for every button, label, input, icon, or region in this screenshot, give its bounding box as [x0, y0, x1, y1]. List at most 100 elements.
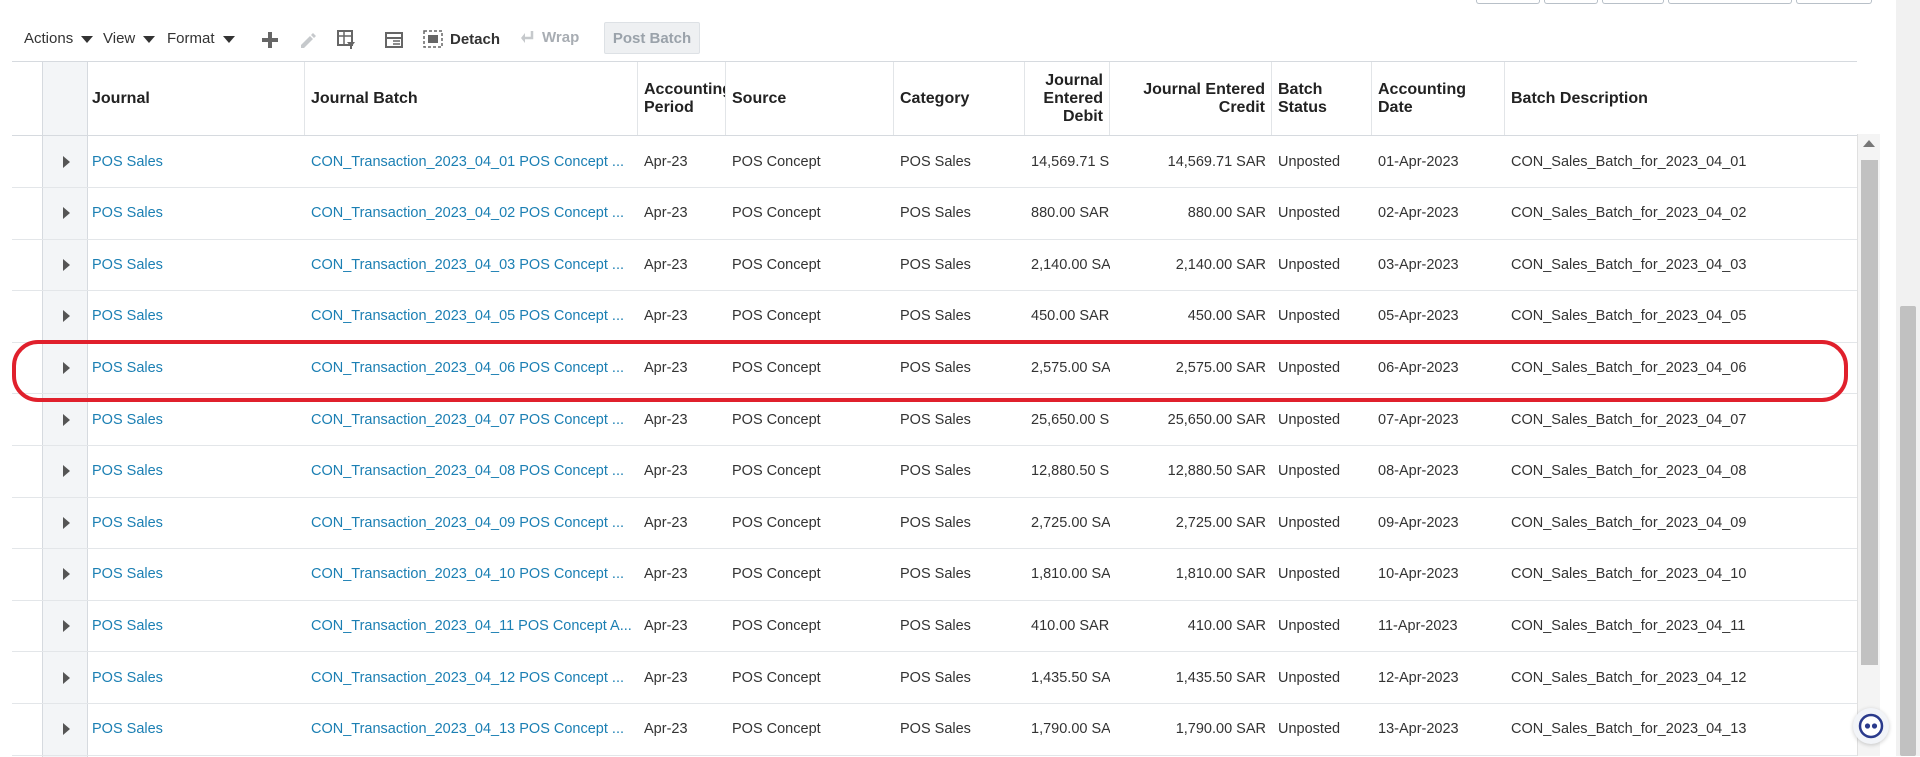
accounting-date-cell: 09-Apr-2023	[1378, 514, 1459, 531]
journal-link[interactable]: POS Sales	[86, 188, 305, 239]
entered-debit-cell: 25,650.00 S	[1031, 411, 1110, 428]
scroll-up-icon[interactable]	[1863, 140, 1875, 147]
expand-row-icon[interactable]	[56, 136, 76, 187]
expand-row-icon[interactable]	[56, 549, 76, 600]
journal-link[interactable]: POS Sales	[86, 291, 305, 342]
cropped-button[interactable]	[1796, 0, 1872, 4]
header-journal-batch[interactable]: Journal Batch	[305, 62, 638, 135]
edit-button[interactable]	[296, 28, 320, 52]
journal-batch-link[interactable]: CON_Transaction_2023_04_10 POS Concept .…	[305, 549, 638, 600]
journal-batch-link[interactable]: CON_Transaction_2023_04_13 POS Concept .…	[305, 704, 638, 755]
journal-batch-link[interactable]: CON_Transaction_2023_04_02 POS Concept .…	[305, 188, 638, 239]
query-by-example-button[interactable]	[334, 28, 358, 52]
source-cell: POS Concept	[732, 721, 821, 738]
journal-link[interactable]: POS Sales	[86, 136, 305, 187]
journal-link[interactable]: POS Sales	[86, 497, 305, 548]
scrollbar-thumb[interactable]	[1861, 160, 1878, 665]
cropped-button[interactable]	[1602, 0, 1664, 4]
accounting-period-cell: Apr-23	[644, 617, 688, 634]
batch-status-cell: Unposted	[1278, 205, 1341, 222]
source-cell: POS Concept	[732, 617, 821, 634]
table-row[interactable]: POS Sales CON_Transaction_2023_04_12 POS …	[12, 652, 1857, 704]
table-row[interactable]: POS Sales CON_Transaction_2023_04_11 POS …	[12, 600, 1857, 653]
post-batch-label: Post Batch	[612, 29, 692, 47]
journal-batch-link[interactable]: CON_Transaction_2023_04_11 POS Concept A…	[305, 600, 638, 651]
accounting-date-cell: 11-Apr-2023	[1378, 617, 1458, 634]
actions-menu[interactable]: Actions	[24, 30, 94, 47]
accounting-period-cell: Apr-23	[644, 721, 688, 738]
journal-batch-link[interactable]: CON_Transaction_2023_04_06 POS Concept .…	[305, 342, 638, 393]
journal-link[interactable]: POS Sales	[86, 652, 305, 703]
journals-table: Journal Journal Batch Accounting Period …	[12, 61, 1857, 757]
journal-batch-link[interactable]: CON_Transaction_2023_04_12 POS Concept .…	[305, 652, 638, 703]
expand-row-icon[interactable]	[56, 394, 76, 445]
table-row[interactable]: POS Sales CON_Transaction_2023_04_01 POS …	[12, 136, 1857, 188]
header-batch-description[interactable]: Batch Description	[1505, 62, 1857, 135]
table-row[interactable]: POS Sales CON_Transaction_2023_04_07 POS …	[12, 394, 1857, 446]
caret-down-icon	[143, 36, 156, 43]
detach-button[interactable]: Detach	[422, 28, 500, 50]
journal-link[interactable]: POS Sales	[86, 239, 305, 290]
expand-row-icon[interactable]	[56, 342, 76, 393]
journal-link[interactable]: POS Sales	[86, 394, 305, 445]
journal-batch-link[interactable]: CON_Transaction_2023_04_08 POS Concept .…	[305, 446, 638, 497]
header-journal-entered-debit[interactable]: Journal Entered Debit	[1025, 62, 1110, 135]
table-vertical-scrollbar[interactable]	[1857, 134, 1880, 756]
view-menu[interactable]: View	[103, 30, 156, 47]
header-accounting-date[interactable]: Accounting Date	[1372, 62, 1505, 135]
add-button[interactable]	[258, 28, 282, 52]
journal-link[interactable]: POS Sales	[86, 704, 305, 755]
header-accounting-period[interactable]: Accounting Period	[638, 62, 726, 135]
freeze-columns-icon	[385, 32, 403, 48]
category-cell: POS Sales	[900, 205, 971, 222]
header-journal-entered-credit[interactable]: Journal Entered Credit	[1110, 62, 1272, 135]
table-filter-icon	[337, 30, 355, 49]
table-row[interactable]: POS Sales CON_Transaction_2023_04_05 POS …	[12, 291, 1857, 343]
header-source[interactable]: Source	[726, 62, 894, 135]
entered-debit-cell: 14,569.71 S	[1031, 153, 1110, 170]
header-batch-status[interactable]: Batch Status	[1272, 62, 1372, 135]
journal-link[interactable]: POS Sales	[86, 600, 305, 651]
table-row[interactable]: POS Sales CON_Transaction_2023_04_13 POS …	[12, 704, 1857, 756]
page-vertical-scrollbar[interactable]	[1896, 0, 1920, 756]
entered-debit-cell: 880.00 SAR	[1031, 205, 1110, 222]
journal-link[interactable]: POS Sales	[86, 342, 305, 393]
assistant-button[interactable]	[1853, 708, 1889, 744]
header-category[interactable]: Category	[894, 62, 1025, 135]
expand-row-icon[interactable]	[56, 704, 76, 755]
expand-row-icon[interactable]	[56, 652, 76, 703]
journal-batch-link[interactable]: CON_Transaction_2023_04_01 POS Concept .…	[305, 136, 638, 187]
journal-batch-link[interactable]: CON_Transaction_2023_04_07 POS Concept .…	[305, 394, 638, 445]
freeze-button[interactable]	[382, 28, 406, 52]
format-menu[interactable]: Format	[167, 30, 235, 47]
journal-link[interactable]: POS Sales	[86, 549, 305, 600]
post-batch-button[interactable]: Post Batch	[604, 22, 700, 54]
expand-row-icon[interactable]	[56, 600, 76, 651]
expand-row-icon[interactable]	[56, 239, 76, 290]
journal-batch-link[interactable]: CON_Transaction_2023_04_09 POS Concept .…	[305, 497, 638, 548]
batch-status-cell: Unposted	[1278, 721, 1341, 738]
journal-link[interactable]: POS Sales	[86, 446, 305, 497]
table-row[interactable]: POS Sales CON_Transaction_2023_04_06 POS …	[12, 342, 1857, 395]
table-row[interactable]: POS Sales CON_Transaction_2023_04_03 POS …	[12, 239, 1857, 292]
batch-status-cell: Unposted	[1278, 153, 1341, 170]
expand-row-icon[interactable]	[56, 188, 76, 239]
table-row[interactable]: POS Sales CON_Transaction_2023_04_08 POS …	[12, 446, 1857, 498]
table-row[interactable]: POS Sales CON_Transaction_2023_04_10 POS …	[12, 549, 1857, 601]
expand-row-icon[interactable]	[56, 291, 76, 342]
table-row[interactable]: POS Sales CON_Transaction_2023_04_09 POS …	[12, 497, 1857, 550]
table-row[interactable]: POS Sales CON_Transaction_2023_04_02 POS …	[12, 188, 1857, 240]
wrap-button[interactable]: Wrap	[518, 28, 579, 46]
format-menu-label: Format	[167, 30, 215, 47]
expand-row-icon[interactable]	[56, 446, 76, 497]
cropped-button[interactable]	[1476, 0, 1540, 4]
batch-description-cell: CON_Sales_Batch_for_2023_04_11	[1511, 617, 1746, 634]
journal-batch-link[interactable]: CON_Transaction_2023_04_03 POS Concept .…	[305, 239, 638, 290]
cropped-button[interactable]	[1544, 0, 1598, 4]
cropped-button[interactable]	[1668, 0, 1792, 4]
header-journal[interactable]: Journal	[86, 62, 305, 135]
entered-credit-cell: 1,810.00 SAR	[1175, 566, 1266, 583]
page-scrollbar-thumb[interactable]	[1900, 306, 1916, 756]
journal-batch-link[interactable]: CON_Transaction_2023_04_05 POS Concept .…	[305, 291, 638, 342]
expand-row-icon[interactable]	[56, 497, 76, 548]
